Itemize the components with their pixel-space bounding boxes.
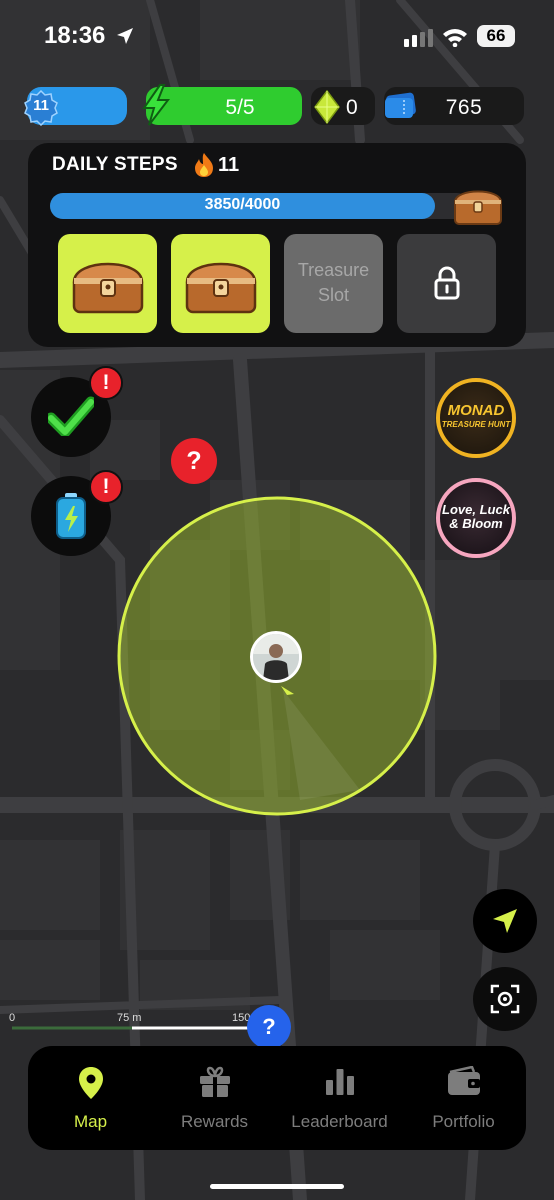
bar-chart-icon xyxy=(325,1069,354,1095)
tab-map-label: Map xyxy=(73,1112,108,1131)
love-event-title: Love, Luck & Bloom xyxy=(436,503,516,531)
tab-leaderboard-label: Leaderboard xyxy=(291,1112,388,1131)
treasure-chest-icon xyxy=(185,262,257,314)
energy-value: 5/5 xyxy=(225,96,255,119)
help-button[interactable]: ? xyxy=(247,1005,291,1049)
level-value: 11 xyxy=(33,97,49,114)
daily-steps-title: DAILY STEPS xyxy=(52,154,178,175)
lightning-bolt-icon xyxy=(142,84,171,126)
steps-progress-text: 3850/4000 xyxy=(204,196,281,213)
recenter-target-icon xyxy=(490,984,520,1014)
ticket-icon xyxy=(385,92,416,118)
gem-icon xyxy=(314,90,340,124)
tab-map[interactable]: Map xyxy=(33,1046,148,1150)
person-icon xyxy=(253,634,299,680)
gem-value: 0 xyxy=(346,96,358,119)
tasks-alert-badge: ! xyxy=(89,366,123,400)
treasure-slot-line1: Treasure xyxy=(297,260,370,280)
location-arrow-icon xyxy=(117,28,133,44)
mystery-pin[interactable]: ? xyxy=(171,438,217,484)
checkmark-icon xyxy=(48,396,94,436)
heading-arrow-icon xyxy=(281,686,294,695)
love-event-line1: Love, Luck xyxy=(442,502,510,517)
cellular-signal-icon xyxy=(404,29,433,47)
treasure-chest-icon xyxy=(72,262,144,314)
monad-event-title: MONAD xyxy=(447,402,505,419)
reward-chest-icon[interactable] xyxy=(451,184,505,226)
gift-icon xyxy=(199,1066,230,1097)
treasure-slot-label: Treasure Slot xyxy=(284,258,383,308)
flame-icon xyxy=(195,153,213,177)
map-pin-icon xyxy=(78,1067,103,1099)
monad-event-subtitle: TREASURE HUNT xyxy=(441,420,511,429)
love-event-line2: & Bloom xyxy=(449,516,503,531)
lock-icon xyxy=(434,266,460,300)
scale-mid-label: 75 m xyxy=(117,1012,142,1024)
battery-indicator: 66 xyxy=(477,25,515,47)
ticket-value: 765 xyxy=(445,96,483,119)
navigation-arrow-icon xyxy=(493,909,517,933)
treasure-slot-line2: Slot xyxy=(317,285,350,305)
wifi-icon xyxy=(443,29,467,47)
boost-alert-badge: ! xyxy=(89,470,123,504)
tab-portfolio-label: Portfolio xyxy=(432,1112,495,1131)
tab-portfolio[interactable]: Portfolio xyxy=(406,1046,521,1150)
scale-zero-label: 0 xyxy=(9,1012,16,1024)
user-avatar[interactable] xyxy=(250,631,302,683)
home-indicator xyxy=(210,1184,344,1189)
status-time: 18:36 xyxy=(44,22,106,49)
wallet-icon xyxy=(447,1066,480,1095)
battery-boost-icon xyxy=(56,493,86,539)
tab-rewards-label: Rewards xyxy=(180,1112,249,1131)
streak-count: 11 xyxy=(218,154,240,176)
tab-leaderboard[interactable]: Leaderboard xyxy=(282,1046,397,1150)
tab-rewards[interactable]: Rewards xyxy=(157,1046,272,1150)
